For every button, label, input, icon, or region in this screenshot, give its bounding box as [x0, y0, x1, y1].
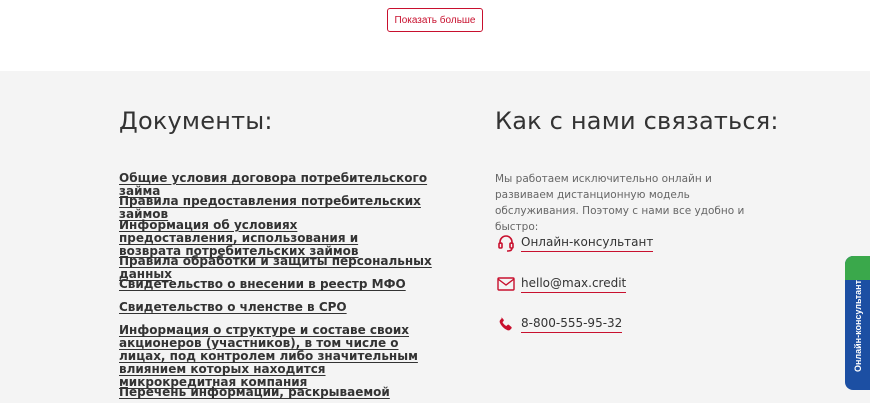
doc-link-disclosure-list[interactable]: Перечень информации, раскрываемой [119, 386, 439, 399]
contact-email-label: hello@max.credit [521, 276, 627, 293]
doc-link-loan-conditions[interactable]: Информация об условиях предоставления, и… [119, 219, 419, 258]
contact-phone[interactable]: 8-800-555-95-32 [497, 314, 623, 334]
contact-online-consultant[interactable]: Онлайн-консультант [497, 233, 654, 253]
online-consultant-side-tab[interactable]: Онлайн-консультант [845, 256, 870, 390]
contact-email[interactable]: hello@max.credit [497, 274, 627, 294]
doc-link-shareholders[interactable]: Информация о структуре и составе своих а… [119, 324, 429, 389]
mail-icon [497, 275, 515, 293]
footer: Документы: Общие условия договора потреб… [0, 71, 870, 403]
side-tab-corner [845, 256, 870, 280]
phone-icon [497, 315, 515, 333]
side-tab-label: Онлайн-консультант [852, 279, 863, 372]
contact-description: Мы работаем исключительно онлайн и разви… [495, 173, 745, 233]
contact-online-consultant-label: Онлайн-консультант [521, 235, 654, 252]
documents-title: Документы: [119, 107, 273, 135]
top-band: Показать больше [0, 0, 870, 71]
show-more-button[interactable]: Показать больше [387, 8, 483, 32]
contact-title: Как с нами связаться: [495, 107, 779, 135]
contact-phone-label: 8-800-555-95-32 [521, 316, 623, 333]
doc-link-sro-membership[interactable]: Свидетельство о членстве в СРО [119, 301, 439, 314]
headset-icon [497, 234, 515, 252]
doc-link-mfo-registry[interactable]: Свидетельство о внесении в реестр МФО [119, 278, 439, 291]
